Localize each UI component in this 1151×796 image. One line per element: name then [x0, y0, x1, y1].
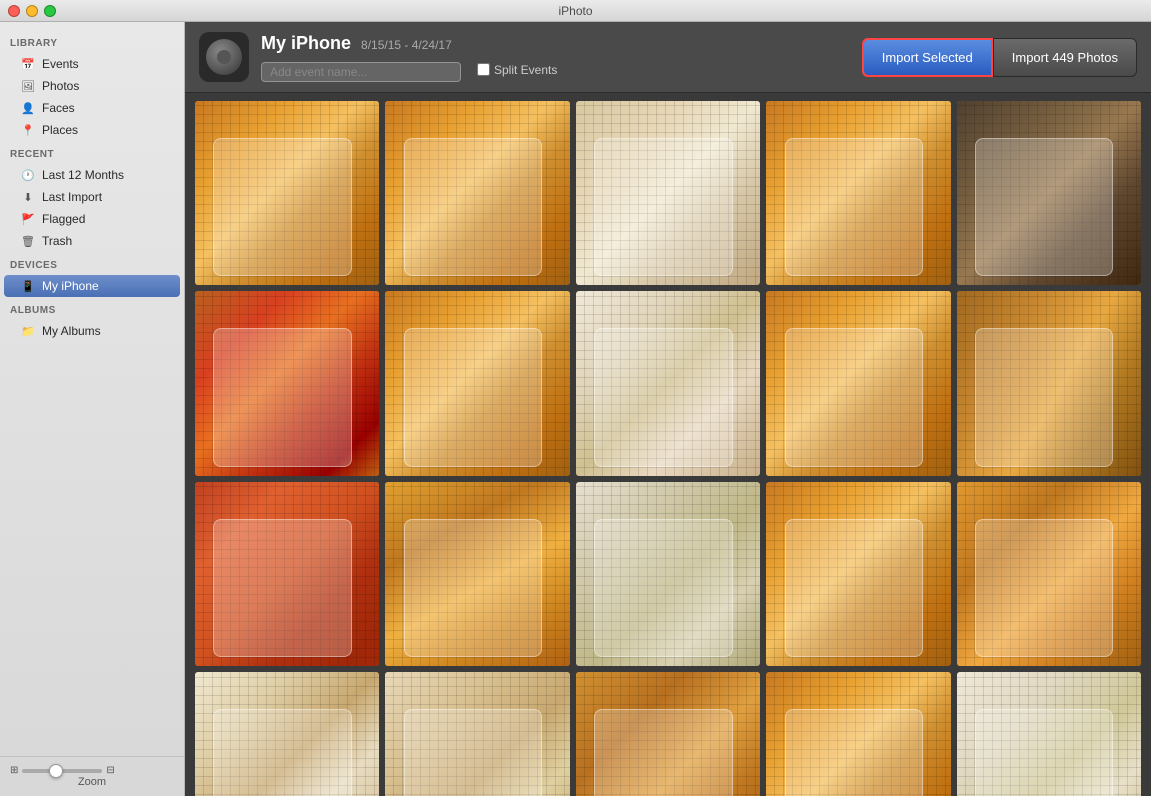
- photo-cell-2[interactable]: [385, 101, 569, 285]
- sidebar-item-albums-label: My Albums: [42, 324, 101, 338]
- sidebar-item-trash[interactable]: 🗑 Trash: [4, 230, 180, 252]
- photo-cell-14[interactable]: [766, 482, 950, 666]
- photo-cell-3[interactable]: [576, 101, 760, 285]
- albums-icon: 📁: [20, 323, 36, 339]
- sidebar-item-places-label: Places: [42, 123, 78, 137]
- photo-cell-20[interactable]: [957, 672, 1141, 796]
- last12-icon: 🕐: [20, 167, 36, 183]
- photo-cell-15[interactable]: [957, 482, 1141, 666]
- recent-section-header: RECENT: [0, 141, 184, 164]
- zoom-small-icon: ⊞: [10, 765, 18, 776]
- device-name: My iPhone: [261, 33, 351, 54]
- zoom-label: Zoom: [10, 776, 174, 788]
- sidebar-item-trash-label: Trash: [42, 234, 72, 248]
- sidebar-item-lastimport[interactable]: ⬇ Last Import: [4, 186, 180, 208]
- sidebar-item-events-label: Events: [42, 57, 79, 71]
- zoom-large-icon: ⊟: [106, 765, 114, 776]
- photo-cell-5[interactable]: [957, 101, 1141, 285]
- sidebar-item-photos-label: Photos: [42, 79, 79, 93]
- device-date: 8/15/15 - 4/24/17: [361, 38, 452, 52]
- event-name-input[interactable]: [261, 62, 461, 82]
- content-area: My iPhone 8/15/15 - 4/24/17 Split Events…: [185, 22, 1151, 796]
- photo-cell-13[interactable]: [576, 482, 760, 666]
- device-icon-wrap: [199, 32, 249, 82]
- sidebar-item-photos[interactable]: 🖼 Photos: [4, 75, 180, 97]
- albums-section-header: ALBUMS: [0, 297, 184, 320]
- sidebar-item-myalbums[interactable]: 📁 My Albums: [4, 320, 180, 342]
- sidebar: LIBRARY 📅 Events 🖼 Photos 👤 Faces 📍 Plac…: [0, 22, 185, 796]
- devices-section-header: DEVICES: [0, 252, 184, 275]
- import-header: My iPhone 8/15/15 - 4/24/17 Split Events…: [185, 22, 1151, 93]
- trash-icon: 🗑: [20, 233, 36, 249]
- sidebar-item-iphone-label: My iPhone: [42, 279, 99, 293]
- places-icon: 📍: [20, 122, 36, 138]
- library-section-header: LIBRARY: [0, 30, 184, 53]
- sidebar-item-last12months[interactable]: 🕐 Last 12 Months: [4, 164, 180, 186]
- photo-grid-container[interactable]: [185, 93, 1151, 796]
- sidebar-item-flagged[interactable]: 🚩 Flagged: [4, 208, 180, 230]
- photo-cell-18[interactable]: [576, 672, 760, 796]
- photo-cell-7[interactable]: [385, 291, 569, 475]
- titlebar: iPhoto: [0, 0, 1151, 22]
- photo-cell-16[interactable]: [195, 672, 379, 796]
- sidebar-item-lastimport-label: Last Import: [42, 190, 102, 204]
- sidebar-item-faces-label: Faces: [42, 101, 75, 115]
- sidebar-item-faces[interactable]: 👤 Faces: [4, 97, 180, 119]
- sidebar-item-places[interactable]: 📍 Places: [4, 119, 180, 141]
- zoom-slider[interactable]: [22, 769, 102, 773]
- photo-cell-1[interactable]: [195, 101, 379, 285]
- import-buttons: Import Selected Import 449 Photos: [862, 38, 1137, 77]
- sidebar-item-events[interactable]: 📅 Events: [4, 53, 180, 75]
- sidebar-item-myiphone[interactable]: 📱 My iPhone: [4, 275, 180, 297]
- photos-icon: 🖼: [20, 78, 36, 94]
- maximize-button[interactable]: [44, 5, 56, 17]
- events-icon: 📅: [20, 56, 36, 72]
- flagged-icon: 🚩: [20, 211, 36, 227]
- photo-cell-4[interactable]: [766, 101, 950, 285]
- photo-cell-12[interactable]: [385, 482, 569, 666]
- split-events-label: Split Events: [494, 63, 557, 77]
- import-selected-button[interactable]: Import Selected: [862, 38, 993, 77]
- window-controls: [8, 5, 56, 17]
- lastimport-icon: ⬇: [20, 189, 36, 205]
- split-events-checkbox[interactable]: [477, 63, 490, 76]
- photo-cell-17[interactable]: [385, 672, 569, 796]
- photo-cell-19[interactable]: [766, 672, 950, 796]
- sidebar-item-last12-label: Last 12 Months: [42, 168, 124, 182]
- minimize-button[interactable]: [26, 5, 38, 17]
- app-title: iPhoto: [558, 4, 592, 18]
- photo-cell-11[interactable]: [195, 482, 379, 666]
- device-icon: [206, 39, 242, 75]
- zoom-controls: ⊞ ⊟ Zoom: [0, 756, 184, 796]
- faces-icon: 👤: [20, 100, 36, 116]
- photo-cell-8[interactable]: [576, 291, 760, 475]
- photo-cell-6[interactable]: [195, 291, 379, 475]
- main-container: LIBRARY 📅 Events 🖼 Photos 👤 Faces 📍 Plac…: [0, 22, 1151, 796]
- device-name-block: My iPhone 8/15/15 - 4/24/17 Split Events: [261, 33, 850, 82]
- photo-cell-9[interactable]: [766, 291, 950, 475]
- import-all-button[interactable]: Import 449 Photos: [993, 38, 1137, 77]
- close-button[interactable]: [8, 5, 20, 17]
- iphone-icon: 📱: [20, 278, 36, 294]
- sidebar-item-flagged-label: Flagged: [42, 212, 85, 226]
- photo-cell-10[interactable]: [957, 291, 1141, 475]
- photo-grid: [195, 101, 1141, 796]
